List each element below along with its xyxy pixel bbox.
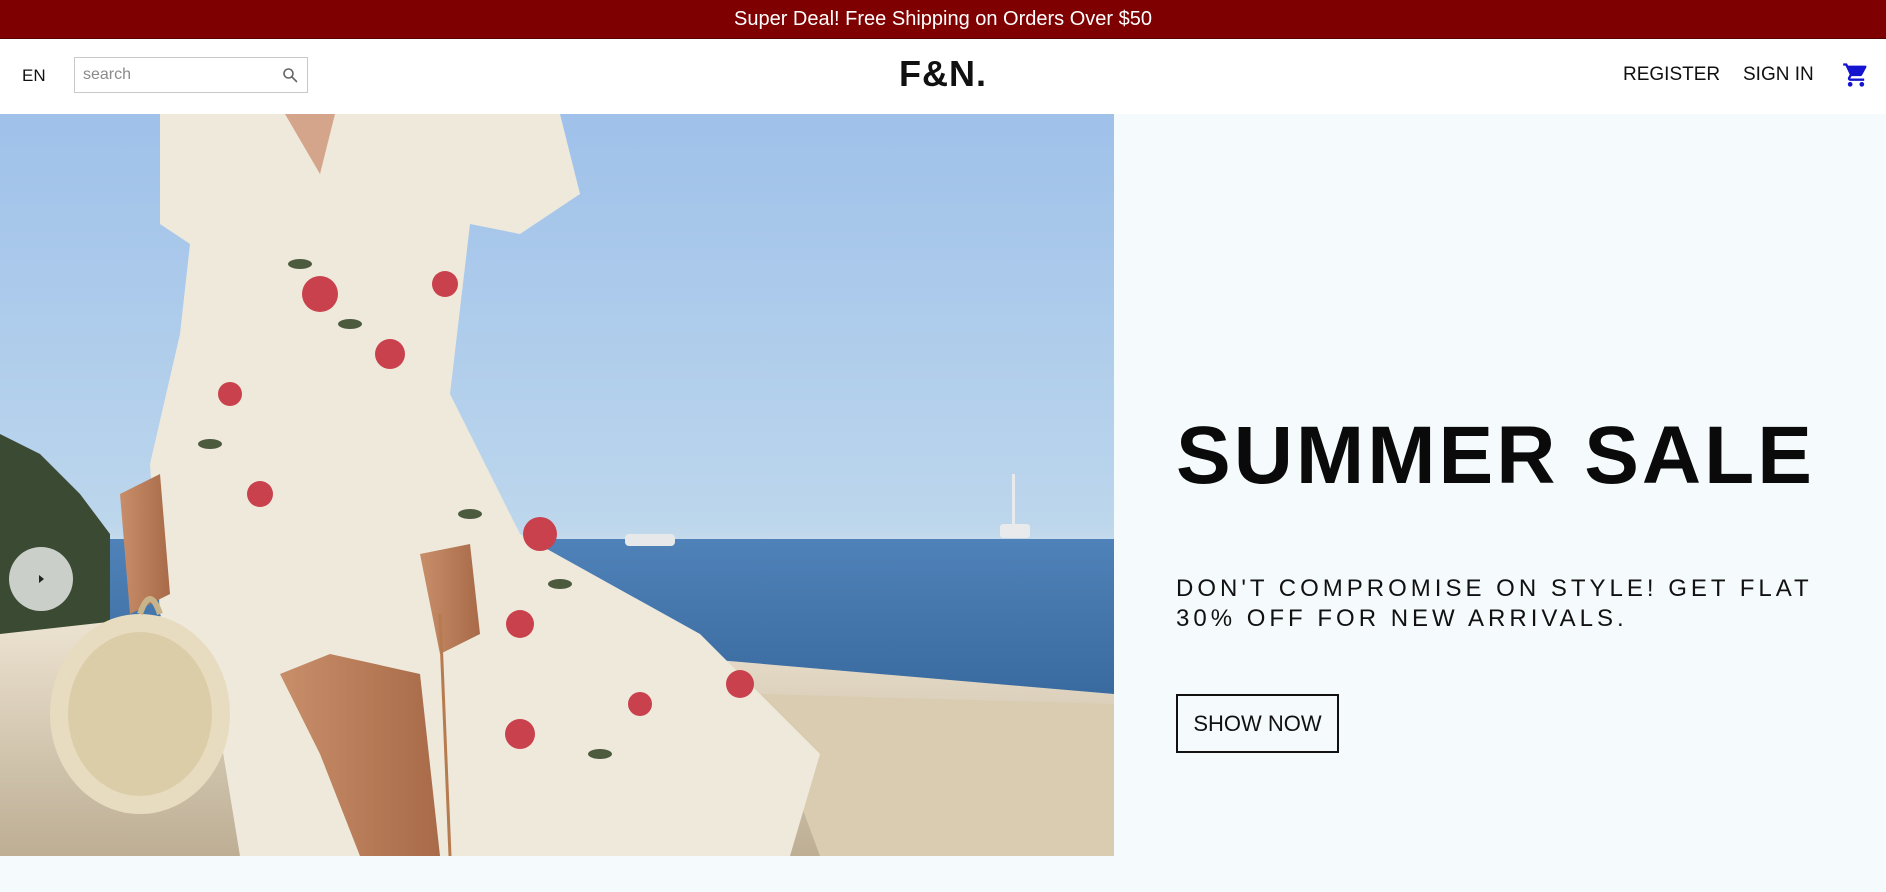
- shopping-cart-icon[interactable]: [1842, 61, 1870, 89]
- sign-in-link[interactable]: SIGN IN: [1743, 64, 1814, 86]
- announcement-text: Super Deal! Free Shipping on Orders Over…: [734, 7, 1152, 30]
- slider-prev-button[interactable]: [9, 547, 73, 611]
- search-container: [74, 57, 308, 93]
- hero-image: [0, 114, 1114, 856]
- hero-section: SUMMER SALE DON'T COMPROMISE ON STYLE! G…: [0, 114, 1886, 856]
- play-arrow-icon: [39, 575, 44, 583]
- language-selector[interactable]: EN: [22, 66, 46, 86]
- search-icon[interactable]: [282, 67, 298, 83]
- register-link[interactable]: REGISTER: [1623, 64, 1720, 86]
- hero-description: DON'T COMPROMISE ON STYLE! GET FLAT 30% …: [1176, 575, 1813, 632]
- hero-title: SUMMER SALE: [1176, 410, 1815, 501]
- announcement-bar: Super Deal! Free Shipping on Orders Over…: [0, 0, 1886, 39]
- show-now-button[interactable]: SHOW NOW: [1176, 694, 1339, 753]
- search-input[interactable]: [83, 60, 273, 90]
- navbar: EN F&N. REGISTER SIGN IN: [0, 39, 1886, 114]
